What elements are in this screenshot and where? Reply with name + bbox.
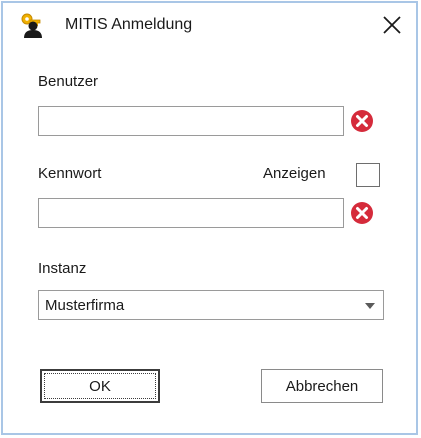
clear-icon (351, 110, 373, 132)
cancel-button[interactable]: Abbrechen (261, 369, 383, 403)
show-password-label: Anzeigen (263, 165, 326, 182)
user-field[interactable] (38, 106, 344, 136)
show-password-checkbox[interactable] (356, 163, 380, 187)
user-key-icon (19, 12, 43, 38)
close-icon (383, 16, 401, 34)
password-clear-button[interactable] (350, 201, 374, 225)
login-dialog: MITIS Anmeldung Benutzer Kennwort Anzeig… (1, 1, 418, 435)
instance-label: Instanz (38, 260, 87, 277)
window-title: MITIS Anmeldung (65, 16, 193, 33)
close-button[interactable] (374, 9, 410, 41)
title-bar: MITIS Anmeldung (3, 3, 416, 49)
password-label: Kennwort (38, 165, 102, 182)
user-label: Benutzer (38, 73, 99, 90)
ok-button-label: OK (89, 377, 111, 395)
ok-button[interactable]: OK (40, 369, 160, 403)
password-field[interactable] (38, 198, 344, 228)
cancel-button-label: Abbrechen (285, 377, 359, 395)
instance-selected-value: Musterfirma (45, 297, 125, 314)
user-clear-button[interactable] (350, 109, 374, 133)
clear-icon (351, 202, 373, 224)
instance-dropdown[interactable]: Musterfirma (38, 290, 384, 320)
chevron-down-icon (365, 303, 375, 309)
